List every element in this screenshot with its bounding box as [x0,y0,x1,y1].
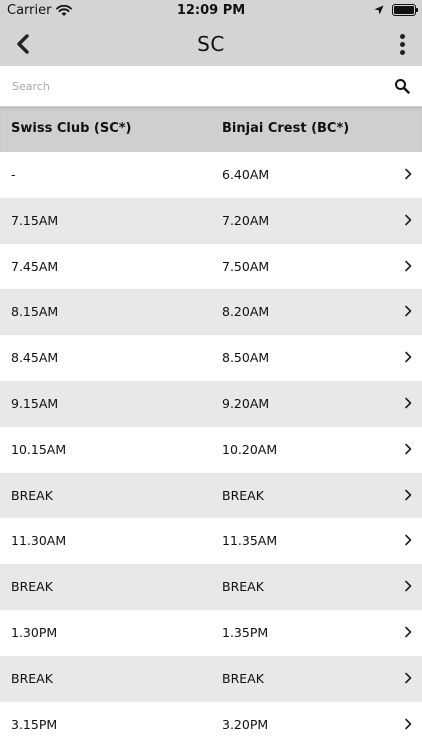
chevron-right-icon [405,672,412,684]
cell-binjai-crest: 1.35PM [222,624,269,640]
cell-binjai-crest: 10.20AM [222,441,278,457]
table-row[interactable]: BREAK BREAK [0,472,422,519]
chevron-right-icon [405,351,412,363]
search-bar [0,66,422,107]
table-row[interactable]: 3.15PM 3.20PM [0,701,422,748]
cell-binjai-crest: 9.20AM [222,395,270,411]
chevron-right-icon [405,306,412,317]
table-row[interactable]: BREAK BREAK [0,655,422,702]
page-title: SC [197,32,225,56]
cell-swiss-club: 10.15AM [11,441,67,457]
table-header: Swiss Club (SC*) Binjai Crest (BC*) [0,107,422,152]
table-row[interactable]: 7.45AM 7.50AM [0,243,422,290]
battery-icon [392,4,418,16]
status-right [374,4,418,16]
chevron-right-icon [405,535,412,546]
cell-swiss-club: BREAK [11,487,53,503]
status-bar: Carrier 12:09 PM [0,0,422,22]
cell-swiss-club: 8.45AM [11,350,59,366]
cell-binjai-crest: BREAK [222,487,264,503]
cell-swiss-club: 7.15AM [11,212,59,228]
table-row[interactable]: 8.45AM 8.50AM [0,335,422,381]
table-row[interactable]: 1.30PM 1.35PM [0,609,422,656]
cell-swiss-club: 8.15AM [11,304,59,320]
table-row[interactable]: 7.15AM 7.20AM [0,197,422,244]
chevron-right-icon [405,580,412,592]
chevron-right-icon [405,489,412,500]
cell-swiss-club: 7.45AM [11,258,59,274]
chevron-right-icon [405,443,412,455]
cell-binjai-crest: 8.50AM [222,350,270,366]
cell-binjai-crest: 6.40AM [222,167,270,182]
table-row[interactable]: 10.15AM 10.20AM [0,426,422,473]
chevron-right-icon [405,397,412,409]
cell-binjai-crest: BREAK [222,579,264,595]
status-time: 12:09 PM [176,3,246,18]
cell-swiss-club: BREAK [11,579,53,595]
location-arrow-icon [374,5,384,15]
search-input[interactable] [12,79,372,93]
cell-binjai-crest: 7.50AM [222,258,270,274]
table-row[interactable]: 8.15AM 8.20AM [0,289,422,336]
battery-fill [394,6,414,14]
table-row[interactable]: BREAK BREAK [0,564,422,610]
more-dot-icon [399,41,405,47]
search-icon[interactable] [394,78,410,94]
nav-bar: SC [0,22,422,66]
chevron-right-icon [405,168,412,180]
chevron-right-icon [405,718,412,729]
chevron-right-icon [405,626,412,638]
back-button[interactable] [10,30,36,58]
cell-swiss-club: 11.30AM [11,533,67,549]
cell-binjai-crest: 3.20PM [222,716,269,732]
chevron-right-icon [405,260,412,271]
cell-binjai-crest: 11.35AM [222,533,278,549]
table-row[interactable]: - 6.40AM [0,152,422,198]
table-row[interactable]: 9.15AM 9.20AM [0,380,422,427]
more-options-button[interactable] [394,30,410,58]
cell-swiss-club: - [11,167,16,182]
column-header-binjai-crest: Binjai Crest (BC*) [222,121,350,136]
cell-swiss-club: 3.15PM [11,716,58,732]
column-header-swiss-club: Swiss Club (SC*) [11,121,132,136]
table-row[interactable]: 11.30AM 11.35AM [0,518,422,565]
cell-swiss-club: 1.30PM [11,624,58,640]
more-dot-icon [399,49,405,55]
cell-binjai-crest: 8.20AM [222,304,270,320]
cell-swiss-club: BREAK [11,670,53,686]
schedule-list: - 6.40AM 7.15AM 7.20AM 7.45AM 7.50AM 8.1… [0,152,422,748]
chevron-right-icon [405,214,412,226]
cell-binjai-crest: 7.20AM [222,212,270,228]
chevron-left-icon [17,34,29,54]
more-dot-icon [399,33,405,39]
cell-swiss-club: 9.15AM [11,395,59,411]
cell-binjai-crest: BREAK [222,670,264,686]
